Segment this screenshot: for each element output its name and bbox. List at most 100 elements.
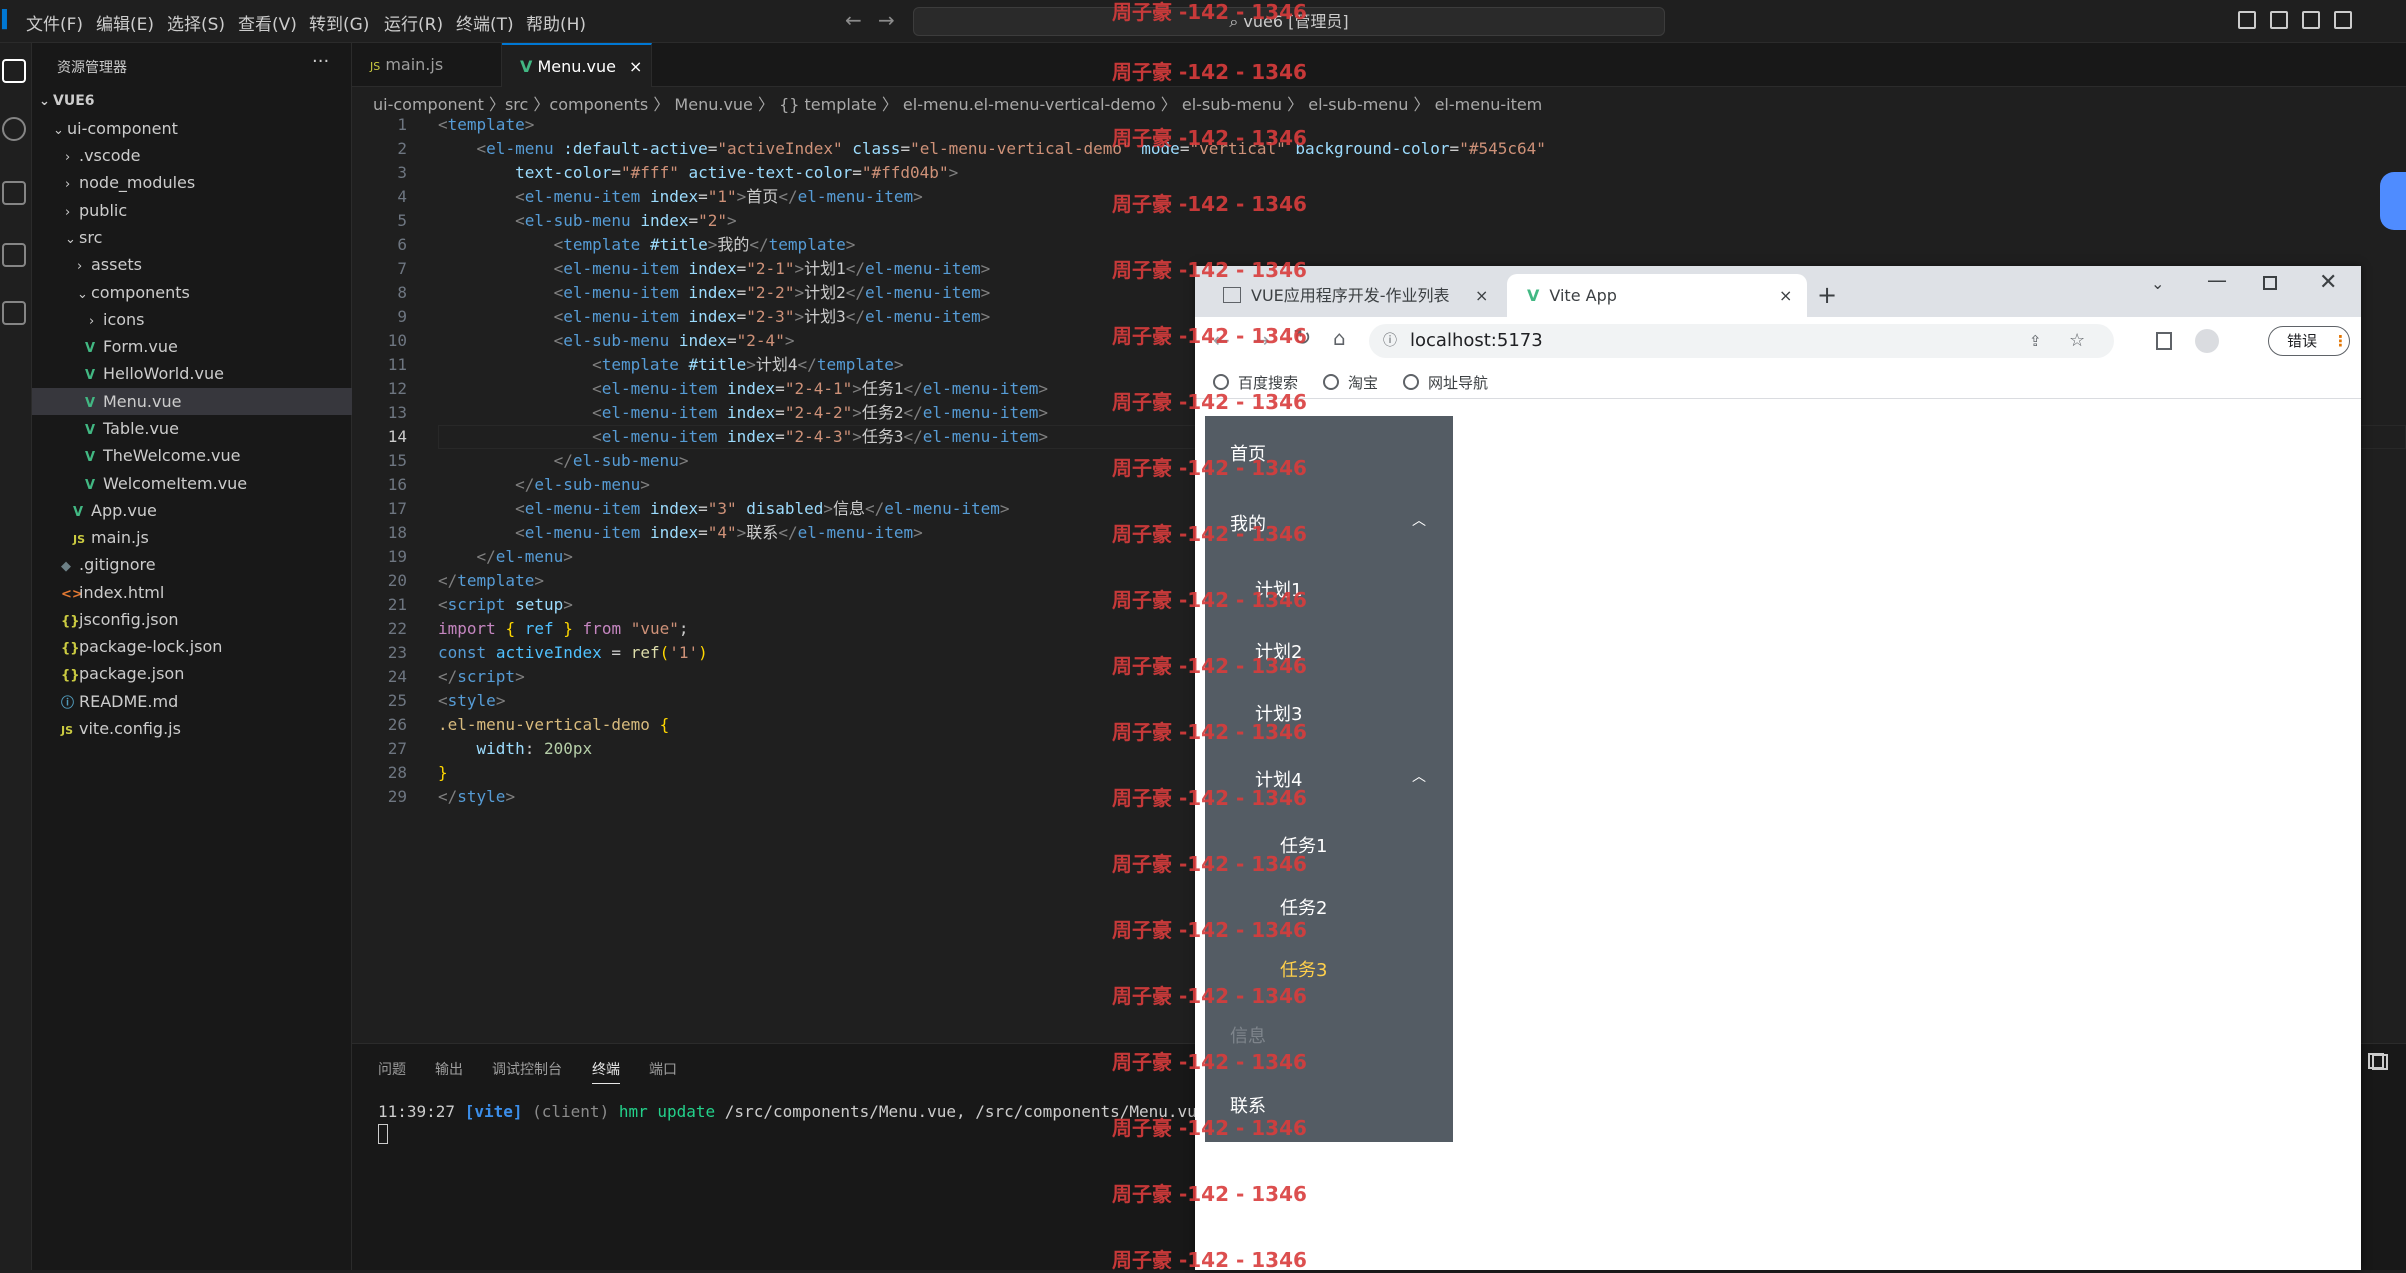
tree-folder[interactable]: › .vscode [32, 142, 352, 169]
home-icon[interactable]: ⌂ [1333, 326, 1346, 350]
tree-file[interactable]: JS main.js [32, 524, 352, 551]
bookmarks-bar: 百度搜索 淘宝 网址导航 [1195, 365, 2361, 399]
toggle-panel-icon[interactable] [2270, 11, 2288, 29]
tree-folder[interactable]: ⌄ ui-component [32, 115, 352, 142]
source-control-icon[interactable] [2, 181, 26, 205]
maximize-icon[interactable] [2263, 276, 2277, 290]
js-file-icon: JS [370, 60, 381, 73]
panel-tab-output[interactable]: 输出 [435, 1059, 463, 1079]
line-number: 26 [387, 715, 407, 734]
menu-terminal[interactable]: 终端(T) [456, 10, 514, 35]
vue-file-icon: V [85, 423, 96, 438]
vue-favicon-icon: V [1527, 286, 1540, 305]
panel-tab-problems[interactable]: 问题 [378, 1059, 406, 1079]
menu-selection[interactable]: 选择(S) [167, 10, 225, 35]
close-icon[interactable]: × [1475, 274, 1488, 317]
tree-label: node_modules [79, 173, 196, 192]
tree-file[interactable]: {}package-lock.json [32, 633, 352, 660]
menu-item-task3-active[interactable]: 任务3 [1205, 956, 1453, 982]
line-number: 15 [387, 451, 407, 470]
panel-tab-ports[interactable]: 端口 [649, 1059, 677, 1079]
tree-file[interactable]: V HelloWorld.vue [32, 360, 352, 387]
explorer-icon[interactable] [2, 59, 26, 83]
menu-edit[interactable]: 编辑(E) [96, 10, 154, 35]
kebab-menu-icon[interactable]: ⋮ [2333, 327, 2348, 355]
profile-avatar[interactable] [2195, 329, 2219, 353]
run-debug-icon[interactable] [2, 243, 26, 267]
tab-menu-vue[interactable]: V Menu.vue × [502, 43, 652, 87]
watermark: 周子豪 -142 - 1346 [1112, 258, 1307, 282]
menu-help[interactable]: 帮助(H) [526, 10, 586, 35]
git-file-icon: ◆ [61, 559, 71, 574]
tree-folder[interactable]: ⌄ components [32, 279, 352, 306]
toggle-secondary-sidebar-icon[interactable] [2302, 11, 2320, 29]
bookmark-navigation[interactable]: 网址导航 [1403, 372, 1488, 393]
watermark: 周子豪 -142 - 1346 [1112, 1248, 1307, 1272]
error-button[interactable]: 错误 ⋮ [2268, 326, 2350, 356]
menu-file[interactable]: 文件(F) [26, 10, 83, 35]
tree-folder[interactable]: › public [32, 197, 352, 224]
breadcrumb[interactable]: ui-component 〉src 〉components 〉 Menu.vue… [373, 91, 1542, 115]
new-tab-button[interactable]: + [1817, 274, 1837, 317]
address-bar[interactable]: ⓘ localhost:5173 ☆ ⇪ [1369, 324, 2114, 358]
browser-toolbar: ← → ↻ ⌂ ⓘ localhost:5173 ☆ ⇪ 错误 ⋮ [1195, 317, 2361, 365]
share-icon[interactable]: ⇪ [2029, 324, 2042, 358]
menu-view[interactable]: 查看(V) [238, 10, 297, 35]
menu-run[interactable]: 运行(R) [384, 10, 443, 35]
edge-assistant-widget[interactable] [2380, 172, 2406, 230]
line-number: 28 [387, 763, 407, 782]
chevron-right-icon: › [65, 177, 71, 192]
tree-file[interactable]: ◆ .gitignore [32, 551, 352, 578]
tab-search-chevron-icon[interactable]: ⌄ [2151, 274, 2164, 293]
panel-tab-debug-console[interactable]: 调试控制台 [492, 1059, 562, 1079]
panel-layout-icon[interactable] [2372, 1054, 2388, 1070]
close-window-icon[interactable]: ✕ [2319, 270, 2337, 295]
menu-go[interactable]: 转到(G) [309, 10, 369, 35]
tree-label: src [79, 228, 103, 247]
back-arrow-icon[interactable]: ← [845, 8, 862, 32]
info-file-icon: ⓘ [61, 696, 75, 711]
minimize-icon[interactable]: — [2207, 268, 2227, 292]
tree-file[interactable]: JS vite.config.js [32, 715, 352, 742]
tree-label: components [91, 283, 190, 302]
site-info-icon[interactable]: ⓘ [1383, 324, 1397, 358]
search-icon[interactable] [2, 117, 26, 141]
toggle-sidebar-icon[interactable] [2238, 11, 2256, 29]
tree-root[interactable]: ⌄ VUE6 [32, 88, 352, 115]
line-number: 10 [387, 331, 407, 350]
browser-tab-vite-app[interactable]: V Vite App × [1507, 274, 1807, 317]
tab-main-js[interactable]: JS main.js [352, 43, 502, 87]
close-icon[interactable]: × [629, 57, 642, 76]
tree-folder[interactable]: ⌄ src [32, 224, 352, 251]
tree-label: ui-component [67, 119, 178, 138]
tree-folder[interactable]: › node_modules [32, 169, 352, 196]
tree-folder[interactable]: › assets [32, 251, 352, 278]
bookmark-star-icon[interactable]: ☆ [2069, 324, 2085, 358]
terminal-client-tag: (client) [522, 1102, 619, 1121]
watermark: 周子豪 -142 - 1346 [1112, 654, 1307, 678]
side-panel-icon[interactable] [2156, 332, 2172, 350]
bookmark-taobao[interactable]: 淘宝 [1323, 372, 1378, 393]
customize-layout-icon[interactable] [2334, 11, 2352, 29]
terminal-vite-tag: [vite] [464, 1102, 523, 1121]
line-number: 7 [397, 259, 407, 278]
line-number: 2 [397, 139, 407, 158]
tree-file[interactable]: V Table.vue [32, 415, 352, 442]
tree-file[interactable]: {}package.json [32, 660, 352, 687]
tree-file[interactable]: ⓘ README.md [32, 688, 352, 715]
tree-file[interactable]: V WelcomeItem.vue [32, 470, 352, 497]
tree-file[interactable]: V TheWelcome.vue [32, 442, 352, 469]
watermark: 周子豪 -142 - 1346 [1112, 60, 1307, 84]
close-icon[interactable]: × [1779, 274, 1792, 317]
terminal-cursor[interactable] [378, 1124, 388, 1144]
tree-file[interactable]: <>index.html [32, 579, 352, 606]
tree-file[interactable]: {}jsconfig.json [32, 606, 352, 633]
tree-file[interactable]: V Form.vue [32, 333, 352, 360]
tree-folder[interactable]: › icons [32, 306, 352, 333]
panel-tab-terminal[interactable]: 终端 [592, 1059, 620, 1084]
extensions-icon[interactable] [2, 301, 26, 325]
tree-file-selected[interactable]: V Menu.vue [32, 388, 352, 415]
more-actions-icon[interactable]: ··· [312, 51, 329, 72]
tree-file[interactable]: V App.vue [32, 497, 352, 524]
forward-arrow-icon[interactable]: → [878, 8, 895, 32]
